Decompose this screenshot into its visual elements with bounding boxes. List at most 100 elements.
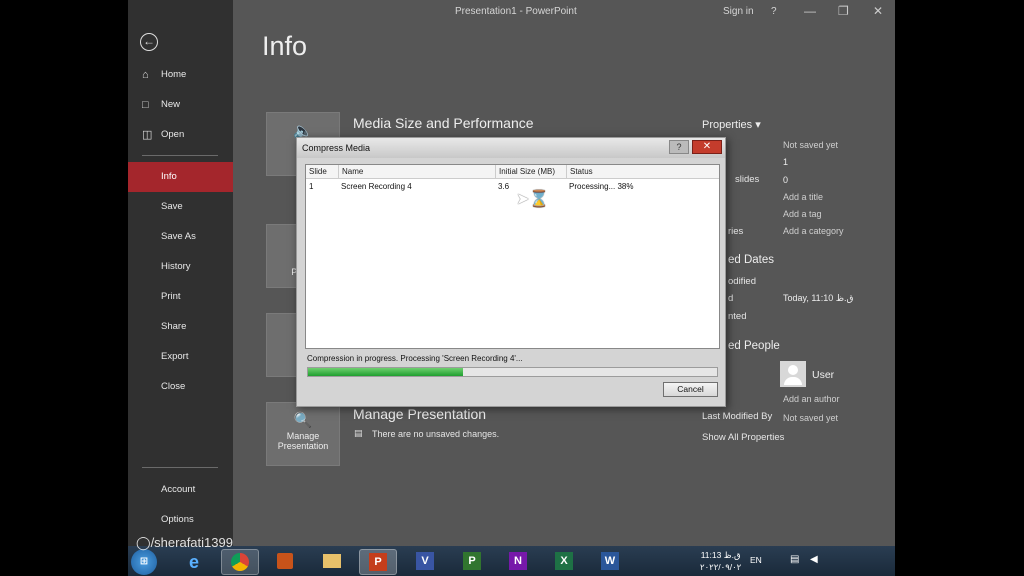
cell-name: Screen Recording 4 [341,182,412,191]
new-document-icon: □ [142,99,149,111]
dates-label-created: d [728,293,734,304]
sidebar-item-label: New [161,99,181,110]
ie-icon[interactable]: e [175,549,213,575]
system-clock[interactable]: 11:13 ق.ظ ۲۰۲۲/۰۹/۰۲ [700,549,741,573]
sidebar-item-options[interactable]: Options [128,505,233,535]
sidebar-item-share[interactable]: Share [128,312,233,342]
add-tag-field[interactable]: Add a tag [783,209,822,219]
close-icon[interactable]: ✕ [873,4,883,18]
sign-in-link[interactable]: Sign in [723,6,754,17]
prop-label-categories: ries [728,226,744,237]
window-title: Presentation1 - PowerPoint [455,6,577,17]
back-arrow-icon[interactable]: ← [140,33,158,51]
column-header-name[interactable]: Name [339,165,496,179]
prop-size-value: Not saved yet [783,140,839,150]
home-icon: ⌂ [142,69,149,81]
sidebar-item-export[interactable]: Export [128,342,233,372]
sidebar-item-label: Open [161,129,185,140]
word-icon[interactable]: W [591,549,629,575]
taskbar: ⊞ e P V P N X W EN ▤ ◀ [128,546,895,576]
chrome-icon[interactable] [221,549,259,575]
visio-icon[interactable]: V [406,549,444,575]
sidebar-item-close[interactable]: Close [128,372,233,402]
no-unsaved-changes-text: There are no unsaved changes. [372,429,500,439]
related-dates-heading: ed Dates [728,254,775,266]
manage-presentation-tile[interactable]: 🔍 Manage Presentation [266,402,340,466]
onenote-icon[interactable]: N [499,549,537,575]
column-header-size[interactable]: Initial Size (MB) [496,165,567,179]
explorer-icon[interactable] [313,549,351,575]
sidebar-item-home[interactable]: ⌂ Home [128,60,233,90]
sidebar-item-history[interactable]: History [128,252,233,282]
progress-fill [308,368,464,376]
sidebar-item-save-as[interactable]: Save As [128,222,233,252]
avatar [780,361,806,387]
show-all-properties-link[interactable]: Show All Properties [702,432,784,443]
sidebar-item-account[interactable]: Account [128,475,233,505]
volume-icon[interactable]: ◀ [810,554,818,565]
restore-icon[interactable]: ❐ [838,4,849,18]
divider [142,467,218,468]
manage-search-icon: 🔍 [293,412,313,429]
prop-label-slides: slides [735,174,760,185]
sidebar-item-label: Home [161,69,187,80]
progress-bar [307,367,718,377]
clock-date: ۲۰۲۲/۰۹/۰۲ [700,562,742,572]
media-list: Slide Name Initial Size (MB) Status 1 Sc… [305,164,720,349]
dialog-help-button[interactable]: ? [669,140,689,154]
related-people-heading: ed People [728,340,780,352]
compression-status-text: Compression in progress. Processing 'Scr… [307,354,523,363]
divider [142,155,218,156]
add-category-field[interactable]: Add a category [783,226,844,236]
chevron-down-icon: ▾ [755,119,761,131]
dialog-title: Compress Media [297,138,725,158]
properties-dropdown[interactable]: Properties ▾ [702,118,761,131]
tile-label: Manage Presentation [277,431,329,451]
sidebar-item-label: Close [161,381,186,392]
help-button[interactable]: ? [771,6,777,17]
column-header-slide[interactable]: Slide [306,165,339,179]
sidebar-item-info[interactable]: Info [128,162,233,192]
backstage-sidebar: ← ⌂ Home □ New ◫ Open Info Save Save As His… [128,0,233,546]
start-icon[interactable]: ⊞ [131,549,157,575]
column-header-status[interactable]: Status [567,165,721,179]
sidebar-item-save[interactable]: Save [128,192,233,222]
add-author-field[interactable]: Add an author [783,394,840,404]
network-icon[interactable]: ▤ [790,554,799,565]
properties-label: Properties [702,119,753,131]
sidebar-item-label: Export [161,351,189,362]
powerpoint-icon[interactable]: P [359,549,397,575]
sidebar-item-label: History [161,261,191,272]
last-modified-by-value: Not saved yet [783,413,839,423]
sidebar-item-label: Save [161,201,183,212]
compress-media-dialog: Compress Media ? ✕ Slide Name Initial Si… [296,137,726,407]
list-header: Slide Name Initial Size (MB) Status [306,165,719,179]
instagram-icon: ◯ [136,535,151,550]
sidebar-item-label: Share [161,321,187,332]
cell-size: 3.6 [498,182,510,191]
screen: ← ⌂ Home □ New ◫ Open Info Save Save As His… [0,0,1024,576]
language-indicator[interactable]: EN [750,555,762,565]
sidebar-item-open[interactable]: ◫ Open [128,120,233,150]
sidebar-item-print[interactable]: Print [128,282,233,312]
add-title-field[interactable]: Add a title [783,192,823,202]
sidebar-item-label: Account [161,484,196,495]
watermark: ◯/sherafati1399 [136,535,233,551]
media-player-icon[interactable] [266,549,304,575]
manage-section-heading: Manage Presentation [353,406,487,422]
dates-label-printed: nted [728,311,747,322]
excel-icon[interactable]: X [545,549,583,575]
watermark-text: /sherafati1399 [150,535,233,550]
media-section-heading: Media Size and Performance [353,115,534,131]
dates-label-modified: odified [728,276,756,287]
sidebar-item-label: Print [161,291,181,302]
sidebar-item-new[interactable]: □ New [128,90,233,120]
last-modified-by-label: Last Modified By [702,411,773,422]
dialog-close-button[interactable]: ✕ [692,140,722,154]
cell-status: Processing... 38% [569,182,634,191]
cancel-button[interactable]: Cancel [663,382,718,397]
minimize-icon[interactable]: — [804,4,816,18]
prop-hidden-slides-value: 0 [783,175,789,185]
project-icon[interactable]: P [453,549,491,575]
open-folder-icon: ◫ [142,129,153,141]
